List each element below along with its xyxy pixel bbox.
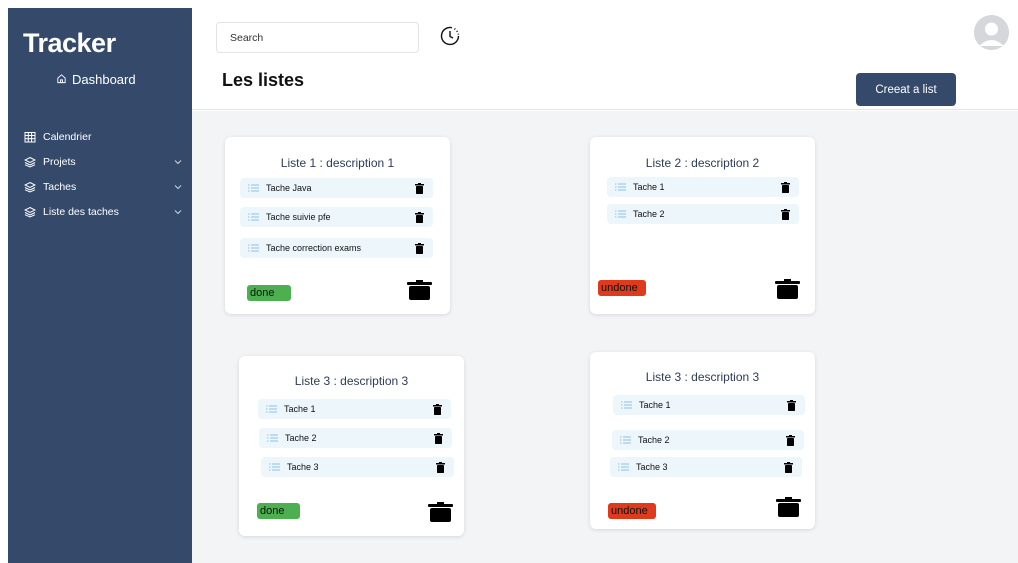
list-icon [618,463,630,471]
layers-icon [24,206,38,218]
list-icon [269,463,281,471]
trash-icon[interactable] [784,461,793,473]
list-icon [267,434,279,442]
clock-icon[interactable] [438,24,462,48]
sidebar-item-dashboard[interactable]: Dashboard [56,72,136,87]
task-name: Tache 2 [285,433,317,443]
layers-icon [24,156,38,168]
pot-icon[interactable] [775,279,800,299]
status-badge[interactable]: done [257,503,300,519]
trash-icon[interactable] [436,461,445,473]
list-icon [266,405,278,413]
sidebar-item-taches[interactable]: Taches [24,174,184,199]
list-icon [248,244,260,252]
list-icon [621,401,633,409]
trash-icon[interactable] [433,403,442,415]
sidebar: Tracker Dashboard Calendrier Projets Tac… [8,8,192,563]
sidebar-item-label: Calendrier [43,130,92,143]
status-badge[interactable]: undone [598,280,646,296]
list-card: Liste 3 : description 3 Tache 1 Tache 2 … [590,352,815,529]
layers-icon [24,181,38,193]
list-title: Liste 3 : description 3 [645,370,760,384]
task-item[interactable]: Tache Java [240,178,433,198]
trash-icon[interactable] [781,181,790,193]
trash-icon[interactable] [781,208,790,220]
chevron-down-icon[interactable] [174,156,184,168]
home-icon [56,72,67,87]
sidebar-item-label: Liste des taches [43,205,119,218]
pot-icon[interactable] [428,502,453,522]
brand-logo[interactable]: Tracker [23,28,116,59]
task-name: Tache 2 [633,209,665,219]
task-item[interactable]: Tache 2 [607,204,799,224]
trash-icon[interactable] [787,399,796,411]
task-name: Tache 2 [638,435,670,445]
sidebar-item-label: Dashboard [72,72,136,87]
task-item[interactable]: Tache 1 [613,395,805,415]
task-item[interactable]: Tache 1 [607,177,799,197]
main-content: Liste 1 : description 1 Tache Java Tache… [192,111,1018,563]
list-icon [248,184,260,192]
list-title: Liste 3 : description 3 [294,374,409,388]
trash-icon[interactable] [786,434,795,446]
calendar-icon [24,131,38,143]
chevron-down-icon[interactable] [174,181,184,193]
sidebar-item-label: Projets [43,155,76,168]
trash-icon[interactable] [415,182,424,194]
search-input[interactable] [216,22,419,53]
task-name: Tache 1 [639,400,671,410]
task-item[interactable]: Tache 1 [258,399,451,419]
task-item[interactable]: Tache 3 [261,457,454,477]
pot-icon[interactable] [776,497,801,517]
task-item[interactable]: Tache suivie pfe [240,207,433,227]
pot-icon[interactable] [407,280,432,300]
sidebar-item-liste-des-taches[interactable]: Liste des taches [24,199,184,224]
sidebar-item-calendrier[interactable]: Calendrier [24,124,184,149]
create-list-button[interactable]: Creeat a list [856,73,956,106]
page-title: Les listes [222,70,305,90]
user-avatar-icon[interactable] [974,15,1009,50]
list-icon [248,213,260,221]
list-card: Liste 3 : description 3 Tache 1 Tache 2 … [239,356,464,536]
list-title: Liste 1 : description 1 [280,156,395,170]
status-badge[interactable]: done [247,285,291,301]
status-badge[interactable]: undone [608,503,656,519]
topbar: Les listes Creeat a list [192,0,1018,110]
list-title: Liste 2 : description 2 [645,156,760,170]
task-name: Tache 1 [633,182,665,192]
trash-icon[interactable] [415,242,424,254]
list-card: Liste 1 : description 1 Tache Java Tache… [225,137,450,314]
sidebar-nav: Calendrier Projets Taches Liste des tach… [24,124,184,224]
task-item[interactable]: Tache 3 [610,457,802,477]
task-name: Tache 1 [284,404,316,414]
trash-icon[interactable] [415,211,424,223]
chevron-down-icon[interactable] [174,206,184,218]
task-item[interactable]: Tache 2 [259,428,452,448]
task-name: Tache 3 [287,462,319,472]
list-card: Liste 2 : description 2 Tache 1 Tache 2 … [590,137,815,314]
list-icon [620,436,632,444]
task-name: Tache suivie pfe [266,212,331,222]
task-item[interactable]: Tache 2 [612,430,804,450]
task-item[interactable]: Tache correction exams [240,238,433,258]
task-name: Tache correction exams [266,243,362,253]
task-name: Tache Java [266,183,312,193]
trash-icon[interactable] [434,432,443,444]
sidebar-item-label: Taches [43,180,77,193]
list-icon [615,210,627,218]
sidebar-item-projets[interactable]: Projets [24,149,184,174]
list-icon [615,183,627,191]
task-name: Tache 3 [636,462,668,472]
